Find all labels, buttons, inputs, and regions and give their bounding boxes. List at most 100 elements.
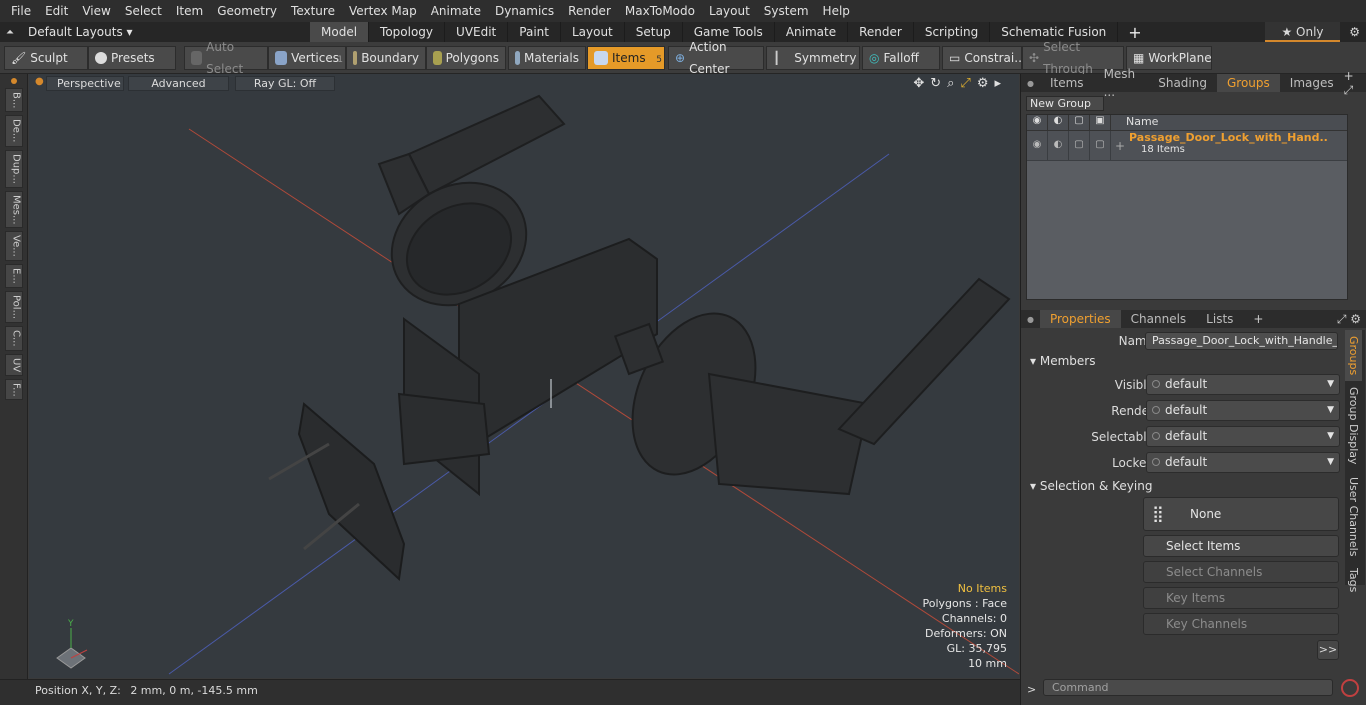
items-button[interactable]: Items 5 — [587, 46, 665, 70]
left-tool-0[interactable]: B... — [4, 88, 23, 113]
row-eye-icon[interactable]: ◉ — [1027, 131, 1048, 160]
menu-item[interactable]: Item — [169, 0, 210, 22]
menu-dynamics[interactable]: Dynamics — [488, 0, 561, 22]
row-select-checkbox[interactable]: ▢ — [1090, 131, 1111, 160]
tab-properties[interactable]: Properties — [1039, 310, 1121, 328]
select-col-icon[interactable]: ▣ — [1090, 115, 1111, 130]
boundary-button[interactable]: Boundary — [346, 46, 426, 70]
tab-images[interactable]: Images — [1280, 74, 1344, 92]
panel2-menu-icon[interactable]: ● — [1021, 315, 1040, 324]
vertices-button[interactable]: Vertices 1 — [268, 46, 346, 70]
more-button[interactable]: >> — [1317, 640, 1339, 660]
viewport-more-icon[interactable]: ▸ — [994, 76, 1001, 91]
auto-select-button[interactable]: Auto Select — [184, 40, 268, 76]
panel2-expand-icon[interactable]: ⤢ ⚙ — [1337, 312, 1366, 327]
record-icon[interactable] — [1341, 679, 1359, 697]
default-layouts-dropdown[interactable]: Default Layouts ▾ — [20, 22, 310, 42]
render-dropdown[interactable]: default ▼ — [1146, 400, 1340, 421]
select-items-button[interactable]: Select Items — [1143, 535, 1339, 557]
left-tool-9[interactable]: F... — [4, 378, 23, 401]
tab-uvedit[interactable]: UVEdit — [445, 22, 509, 42]
tab-items[interactable]: Items — [1040, 74, 1094, 92]
command-input[interactable]: Command — [1043, 679, 1333, 696]
left-tool-8[interactable]: UV — [4, 353, 23, 376]
lock-col-icon[interactable]: ▢ — [1069, 115, 1090, 130]
panel-menu-icon[interactable]: ● — [1021, 79, 1040, 88]
polygons-button[interactable]: Polygons — [426, 46, 506, 70]
visibility-eye-icon[interactable]: ◉ — [1027, 115, 1048, 130]
tab-render[interactable]: Render — [848, 22, 914, 42]
side-tab-user-channels[interactable]: User Channels — [1345, 471, 1362, 562]
left-tool-7[interactable]: C... — [4, 325, 23, 351]
sculpt-button[interactable]: 🖌 Sculpt — [4, 46, 88, 70]
row-render-icon[interactable]: ◐ — [1048, 131, 1069, 160]
menu-render[interactable]: Render — [561, 0, 618, 22]
menu-select[interactable]: Select — [118, 0, 169, 22]
menu-animate[interactable]: Animate — [424, 0, 488, 22]
tab-animate[interactable]: Animate — [775, 22, 849, 42]
menu-help[interactable]: Help — [816, 0, 857, 22]
menu-maxtomodo[interactable]: MaxToModo — [618, 0, 702, 22]
members-section[interactable]: ▾ Members — [1030, 354, 1095, 368]
tab-groups[interactable]: Groups — [1216, 74, 1280, 92]
action-center-button[interactable]: ⊕ Action Center — [668, 40, 764, 76]
constraints-button[interactable]: ▭ Constrai... — [942, 46, 1026, 70]
pan-icon[interactable]: ✥ — [913, 76, 924, 91]
name-column-header[interactable]: Name — [1111, 115, 1347, 130]
fit-icon[interactable]: ⤢ — [960, 76, 970, 91]
symmetry-button[interactable]: ┃ Symmetry — [766, 46, 860, 70]
new-group-button[interactable]: New Group — [1026, 96, 1104, 111]
raygl-button[interactable]: Ray GL: Off — [235, 76, 335, 91]
layout-arrow-icon[interactable]: ⏶ — [0, 27, 20, 38]
menu-system[interactable]: System — [757, 0, 816, 22]
menu-vertex-map[interactable]: Vertex Map — [342, 0, 424, 22]
key-channels-button[interactable]: Key Channels — [1143, 613, 1339, 635]
tab-layout[interactable]: Layout — [561, 22, 625, 42]
gear-icon[interactable]: ⚙ — [1349, 22, 1360, 42]
tab-scripting[interactable]: Scripting — [914, 22, 991, 42]
menu-geometry[interactable]: Geometry — [210, 0, 284, 22]
rotate-icon[interactable]: ↻ — [930, 76, 941, 91]
side-tab-tags[interactable]: Tags — [1345, 562, 1362, 598]
3d-viewport[interactable]: Y ● Perspective Advanced Ray GL: Off ✥ ↻… — [29, 74, 1019, 678]
presets-button[interactable]: Presets — [88, 46, 176, 70]
key-items-button[interactable]: Key Items — [1143, 587, 1339, 609]
tab-model[interactable]: Model — [310, 22, 370, 42]
viewport-gear-icon[interactable]: ⚙ — [977, 76, 989, 91]
materials-button[interactable]: Materials — [508, 46, 586, 70]
tab-channels[interactable]: Channels — [1121, 310, 1197, 328]
locked-dropdown[interactable]: default ▼ — [1146, 452, 1340, 473]
menu-file[interactable]: File — [4, 0, 38, 22]
tab-topology[interactable]: Topology — [369, 22, 446, 42]
only-toggle[interactable]: ★ Only — [1265, 22, 1340, 42]
menu-texture[interactable]: Texture — [284, 0, 342, 22]
tab-lists[interactable]: Lists — [1196, 310, 1243, 328]
tab-shading[interactable]: Shading — [1148, 74, 1217, 92]
left-tool-3[interactable]: Mes... — [4, 190, 23, 229]
visible-dropdown[interactable]: default ▼ — [1146, 374, 1340, 395]
row-lock-checkbox[interactable]: ▢ — [1069, 131, 1090, 160]
left-tool-6[interactable]: Pol... — [4, 290, 23, 323]
selection-keying-section[interactable]: ▾ Selection & Keying — [1030, 479, 1152, 493]
falloff-button[interactable]: ◎ Falloff — [862, 46, 940, 70]
panel-expand-icon[interactable]: + ⤢ — [1344, 69, 1366, 98]
side-tab-groups[interactable]: Groups — [1345, 330, 1362, 382]
left-tool-5[interactable]: E... — [4, 264, 23, 288]
none-button[interactable]: ⣿ None — [1143, 497, 1339, 531]
expand-plus-icon[interactable]: + — [1115, 139, 1125, 153]
menu-edit[interactable]: Edit — [38, 0, 75, 22]
group-row[interactable]: ◉ ◐ ▢ ▢ + Passage_Door_Lock_with_Hand...… — [1027, 131, 1347, 161]
perspective-button[interactable]: Perspective — [46, 76, 124, 91]
zoom-icon[interactable]: ⌕ — [947, 76, 954, 91]
tab-setup[interactable]: Setup — [625, 22, 683, 42]
left-tool-4[interactable]: Ve... — [4, 231, 23, 262]
selectable-dropdown[interactable]: default ▼ — [1146, 426, 1340, 447]
viewport-menu-icon[interactable]: ● — [35, 76, 44, 87]
select-channels-button[interactable]: Select Channels — [1143, 561, 1339, 583]
add-tab-button[interactable]: + — [1118, 23, 1151, 42]
side-tab-group-display[interactable]: Group Display — [1345, 381, 1362, 471]
tab-paint[interactable]: Paint — [508, 22, 561, 42]
add-panel-tab-icon[interactable]: + — [1243, 310, 1273, 328]
menu-layout[interactable]: Layout — [702, 0, 757, 22]
left-tool-2[interactable]: Dup... — [4, 149, 23, 188]
